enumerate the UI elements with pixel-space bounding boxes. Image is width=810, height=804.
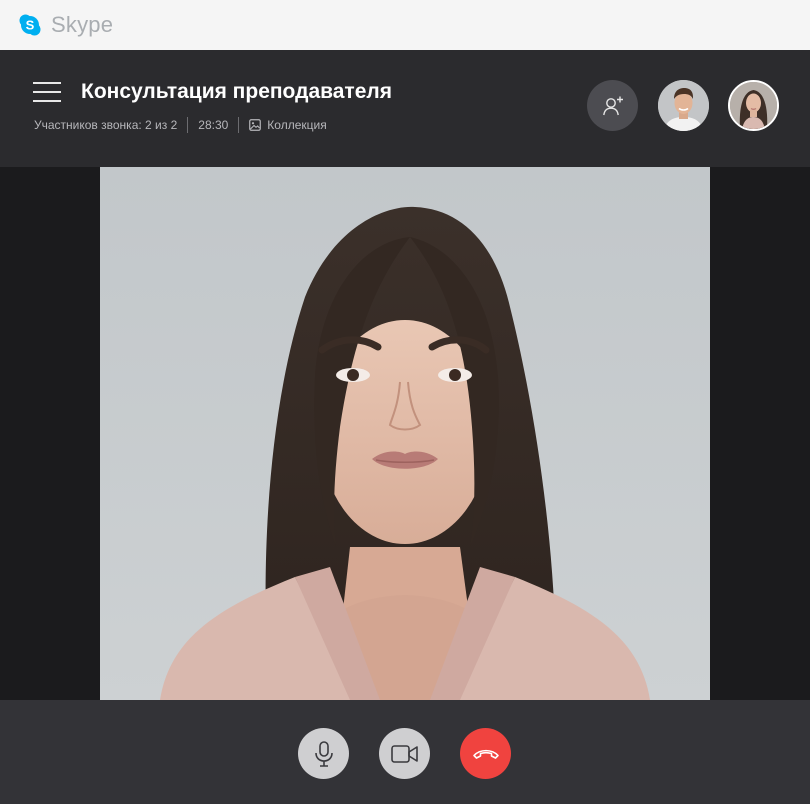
hang-up-icon (472, 749, 499, 759)
video-camera-button[interactable] (379, 728, 430, 779)
call-controls-bar (0, 700, 810, 804)
skype-window: S Skype Консультация преподавателя Участ… (0, 0, 810, 804)
app-name: Skype (51, 12, 114, 37)
microphone-icon (314, 740, 333, 767)
call-title: Консультация преподавателя (81, 80, 392, 103)
end-call-button[interactable] (460, 728, 511, 779)
participant-avatar-woman[interactable] (728, 80, 779, 131)
video-camera-icon (390, 744, 418, 763)
add-person-icon (602, 96, 623, 115)
title-bar: S Skype (0, 0, 810, 50)
participants-count: Участников звонка: 2 из 2 (34, 118, 178, 132)
microphone-button[interactable] (298, 728, 349, 779)
add-participant-button[interactable] (587, 80, 638, 131)
collection-link[interactable]: Коллекция (249, 118, 327, 132)
hamburger-menu-icon[interactable] (33, 82, 61, 102)
call-duration: 28:30 (198, 118, 229, 132)
remote-participant-video (100, 167, 710, 700)
skype-logo-icon: S (19, 14, 41, 36)
meta-divider (238, 117, 240, 133)
remote-video-feed (100, 167, 710, 700)
gallery-icon (249, 119, 262, 131)
collection-label: Коллекция (267, 118, 327, 132)
call-meta: Участников звонка: 2 из 2 28:30 Коллекци… (34, 116, 327, 134)
woman-avatar (730, 82, 777, 129)
participant-avatar-man[interactable] (658, 80, 709, 131)
svg-text:S: S (26, 18, 35, 33)
call-header: Консультация преподавателя Участников зв… (0, 50, 810, 167)
meta-divider (187, 117, 189, 133)
man-avatar (658, 80, 709, 131)
